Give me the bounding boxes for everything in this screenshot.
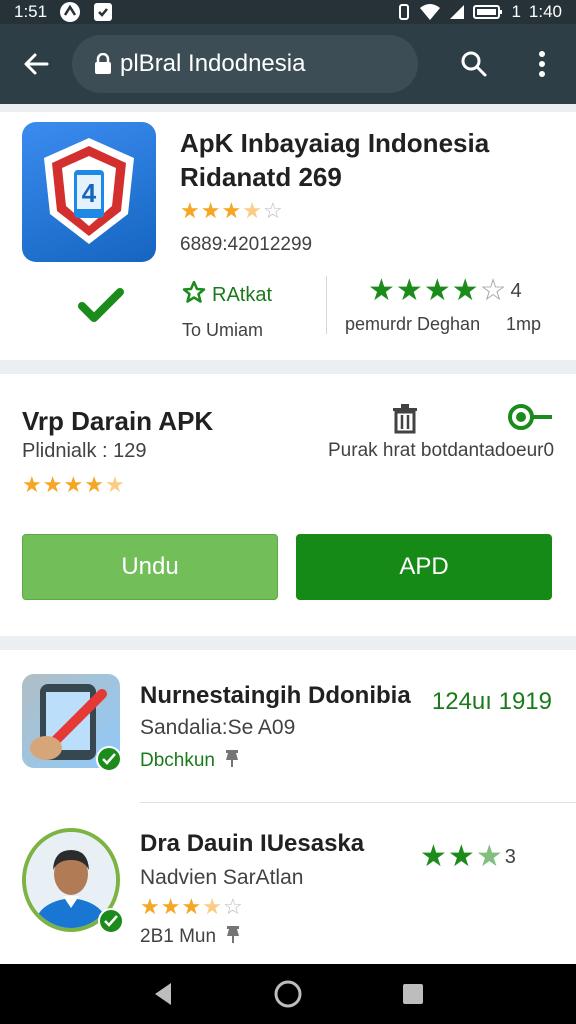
download-description: Purak hrat botdantadoeur0 (328, 440, 555, 461)
star-icon: ☆ (222, 894, 243, 919)
star-icon: ★ (221, 198, 242, 223)
download-title: Vrp Darain APK (22, 406, 214, 436)
star-outline-icon (182, 280, 206, 310)
list-item-title: Nurnestaingih Ddonibia (140, 682, 411, 709)
list-item-right-stars: ★ ★ ★ (420, 842, 503, 872)
rate-action[interactable]: RAtkat To Umiam (182, 280, 272, 341)
square-recents-icon (403, 984, 424, 1004)
star-icon: ★ (42, 472, 63, 497)
system-navigation-bar (0, 964, 576, 1024)
vibrate-icon (397, 3, 411, 21)
arrow-back-icon (24, 53, 49, 75)
app-rating-stars: ★ ★ ★ ★ ☆ (180, 200, 283, 222)
list-item[interactable]: Nurnestaingih Ddonibia Sandalia:Se A09 D… (0, 650, 576, 803)
list-item-meta-text: Dbchkun (140, 750, 215, 771)
list-item-rating-stars: ★ ★ ★ ★ ☆ (140, 896, 243, 918)
battery-icon (473, 4, 503, 20)
more-options-button[interactable] (508, 24, 576, 104)
app-info-card: 4 ApK Inbayaiag Indonesia Ridanatd 269 ★… (0, 112, 576, 360)
download-count: Plidnialk : 129 (22, 440, 147, 462)
more-vert-icon (539, 51, 545, 77)
list-item-right-value: 124uı 1919 (431, 688, 552, 715)
download-card: Vrp Darain APK Plidnialk : 129 ★ ★ ★ ★ ★ Pur… (0, 374, 576, 636)
green-rating-stars: ★ ★ ★ ★ ☆ (368, 276, 507, 306)
svg-text:4: 4 (82, 178, 97, 208)
trash-icon[interactable] (392, 404, 418, 439)
green-rating-value: 4 (510, 279, 522, 302)
rate-label: RAtkat (212, 283, 273, 306)
address-bar[interactable]: plBral Indodnesia (72, 35, 418, 93)
list-item-meta-text: 2B1 Mun (140, 926, 217, 947)
star-icon: ★ (180, 198, 200, 223)
list-item-subtitle: Sandalia:Se A09 (140, 716, 296, 739)
list-item-meta: 2B1 Mun (140, 924, 242, 950)
divider (326, 276, 327, 334)
wifi-icon (419, 3, 441, 21)
back-button[interactable] (0, 24, 72, 104)
app-icon[interactable]: 4 (22, 122, 156, 262)
nav-recents-button[interactable] (383, 964, 443, 1024)
star-icon: ★ (395, 274, 423, 307)
search-icon (461, 51, 487, 77)
star-icon: ★ (368, 274, 395, 307)
star-icon: ★ (242, 198, 262, 223)
shield-notification-icon (93, 2, 113, 22)
star-icon: ★ (451, 274, 479, 307)
star-icon: ☆ (262, 198, 283, 223)
pin-icon (223, 748, 241, 774)
checkmark-icon (78, 288, 124, 327)
star-icon: ☆ (479, 274, 507, 307)
undu-button[interactable]: Undu (22, 534, 278, 600)
rating-caption-left: pemurdr Deghan (345, 314, 481, 334)
star-icon: ★ (447, 840, 475, 873)
star-icon: ★ (200, 198, 221, 223)
verified-check-icon (96, 746, 122, 772)
status-bar: 1:51 1 1:40 (0, 0, 576, 24)
notification-icon (59, 1, 81, 23)
nav-back-button[interactable] (133, 964, 193, 1024)
list-item-right-rating: ★ ★ ★ 3 (420, 842, 516, 872)
list-item-meta: Dbchkun (140, 748, 241, 774)
browser-toolbar: plBral Indodnesia (0, 24, 576, 104)
url-text: plBral Indodnesia (120, 50, 306, 77)
star-icon: ★ (22, 472, 42, 497)
star-icon: ★ (420, 840, 447, 873)
app-title: ApK Inbayaiag Indonesia (180, 128, 490, 158)
star-icon: ★ (104, 472, 125, 497)
star-icon: ★ (181, 894, 202, 919)
list-item-subtitle: Nadvien SarAtlan (140, 866, 304, 889)
divider (140, 802, 576, 803)
verified-check-icon (98, 908, 124, 934)
list-item-right-value: 3 (504, 845, 516, 868)
list-item-title: Dra Dauin IUesaska (140, 830, 365, 857)
star-icon: ★ (475, 840, 503, 873)
star-icon: ★ (140, 894, 160, 919)
star-icon: ★ (63, 472, 84, 497)
battery-text: 1 (511, 2, 521, 21)
star-icon: ★ (84, 472, 104, 497)
list-item[interactable]: Dra Dauin IUesaska Nadvien SarAtlan ★ ★ ★ ★… (0, 804, 576, 954)
triangle-back-icon (154, 983, 171, 1005)
nav-home-button[interactable] (258, 964, 318, 1024)
rating-caption-right: 1mp (506, 314, 542, 334)
toggle-icon[interactable] (508, 404, 554, 435)
status-time-left: 1:51 (14, 2, 48, 21)
star-icon: ★ (160, 894, 181, 919)
pin-icon (224, 924, 242, 950)
signal-icon (449, 4, 465, 20)
rate-sub: To Umiam (182, 320, 264, 340)
app-subtitle: Ridanatd 269 (180, 162, 342, 192)
circle-home-icon (274, 980, 302, 1008)
star-icon: ★ (202, 894, 222, 919)
apd-button[interactable]: APD (296, 534, 552, 600)
lock-icon (94, 53, 112, 75)
app-list: Nurnestaingih Ddonibia Sandalia:Se A09 D… (0, 650, 576, 964)
star-icon: ★ (423, 274, 451, 307)
search-button[interactable] (440, 24, 508, 104)
green-rating: ★ ★ ★ ★ ☆ 4 (368, 276, 522, 306)
status-time-right: 1:40 (528, 2, 562, 21)
app-code: 6889:42012299 (180, 234, 313, 255)
download-rating-stars: ★ ★ ★ ★ ★ (22, 474, 125, 496)
app-shield-logo-icon: 4 (44, 138, 134, 244)
